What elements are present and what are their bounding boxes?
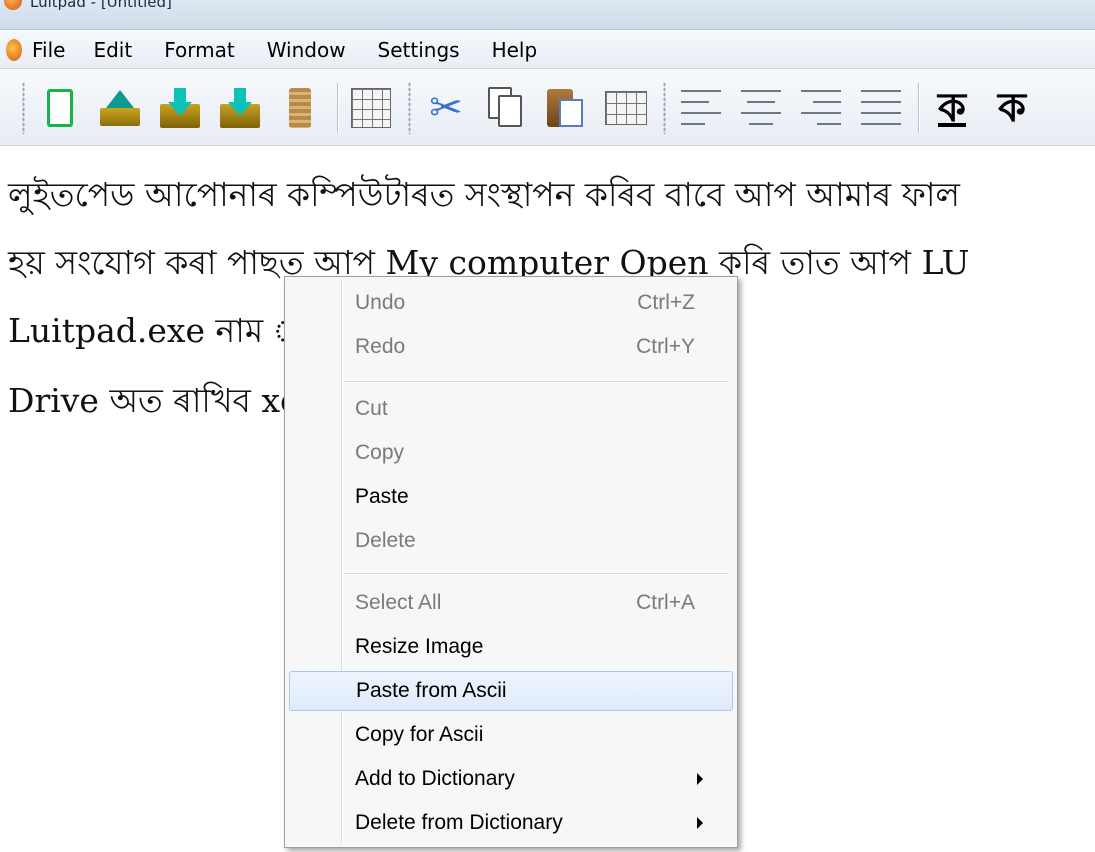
justify-button[interactable] — [858, 84, 904, 132]
align-left-button[interactable] — [678, 84, 724, 132]
menu-item-delete[interactable]: Delete — [289, 521, 733, 561]
toolbar-separator — [337, 82, 338, 133]
align-right-button[interactable] — [798, 84, 844, 132]
app-menu-icon[interactable] — [6, 38, 22, 61]
justify-icon — [861, 89, 901, 126]
toolbar-grip[interactable] — [408, 81, 411, 134]
submenu-arrow-icon — [697, 773, 703, 785]
open-icon — [100, 89, 140, 126]
menu-item-undo[interactable]: Undo Ctrl+Z — [289, 283, 733, 323]
cut-button[interactable]: ✂ — [423, 84, 469, 132]
menu-format[interactable]: Format — [164, 38, 234, 62]
align-center-icon — [741, 89, 781, 126]
open-button[interactable] — [97, 84, 143, 132]
align-center-button[interactable] — [738, 84, 784, 132]
menu-item-copy-for-ascii[interactable]: Copy for Ascii — [289, 715, 733, 755]
cut-icon: ✂ — [429, 84, 463, 131]
scroll-icon — [289, 87, 311, 128]
menu-item-resize-image[interactable]: Resize Image — [289, 627, 733, 667]
underline-char-icon: ক — [938, 84, 966, 131]
menu-item-copy[interactable]: Copy — [289, 433, 733, 473]
align-left-icon — [681, 89, 721, 126]
toolbar-grip[interactable] — [663, 81, 666, 134]
menu-window[interactable]: Window — [267, 38, 346, 62]
character-grid-icon — [605, 90, 647, 125]
paste-icon — [547, 87, 585, 129]
menu-item-cut[interactable]: Cut — [289, 389, 733, 429]
toolbar-separator — [918, 82, 919, 133]
window-title: Luitpad - [Untitled] — [30, 0, 172, 11]
save-icon — [160, 87, 200, 128]
character-grid-button[interactable] — [603, 84, 649, 132]
title-bar: Luitpad - [Untitled] — [0, 0, 1095, 30]
underline-char-button[interactable]: ক — [929, 84, 975, 132]
save-as-icon — [220, 87, 260, 128]
keyboard-grid-icon — [351, 87, 391, 128]
menu-help[interactable]: Help — [492, 38, 538, 62]
menu-item-paste-from-ascii[interactable]: Paste from Ascii — [289, 671, 733, 711]
toolbar: ✂ ক ক — [0, 70, 1095, 146]
save-as-button[interactable] — [217, 84, 263, 132]
new-document-icon — [47, 88, 73, 127]
bold-char-button[interactable]: ক — [989, 84, 1035, 132]
keyboard-grid-button[interactable] — [348, 84, 394, 132]
menu-separator — [345, 573, 729, 574]
menu-bar: File Edit Format Window Settings Help — [0, 31, 1095, 69]
menu-item-delete-from-dictionary[interactable]: Delete from Dictionary — [289, 803, 733, 843]
document-line: লুইতপেড আপোনাৰ কম্পিউটাৰত সংস্থাপন কৰিব … — [8, 175, 961, 214]
menu-item-select-all[interactable]: Select All Ctrl+A — [289, 583, 733, 623]
app-logo-icon — [4, 0, 22, 10]
menu-settings[interactable]: Settings — [378, 38, 460, 62]
copy-icon — [488, 86, 524, 129]
context-menu: Undo Ctrl+Z Redo Ctrl+Y Cut Copy Paste D… — [284, 276, 738, 848]
toolbar-grip[interactable] — [22, 81, 25, 134]
save-button[interactable] — [157, 84, 203, 132]
menu-file[interactable]: File — [32, 38, 65, 62]
menu-item-redo[interactable]: Redo Ctrl+Y — [289, 327, 733, 367]
menu-item-paste[interactable]: Paste — [289, 477, 733, 517]
menu-edit[interactable]: Edit — [93, 38, 132, 62]
menu-separator — [345, 381, 729, 382]
bold-char-icon: ক — [998, 84, 1026, 131]
paste-button[interactable] — [543, 84, 589, 132]
menu-item-add-to-dictionary[interactable]: Add to Dictionary — [289, 759, 733, 799]
new-button[interactable] — [37, 84, 83, 132]
align-right-icon — [801, 89, 841, 126]
copy-button[interactable] — [483, 84, 529, 132]
scroll-button[interactable] — [277, 84, 323, 132]
submenu-arrow-icon — [697, 817, 703, 829]
